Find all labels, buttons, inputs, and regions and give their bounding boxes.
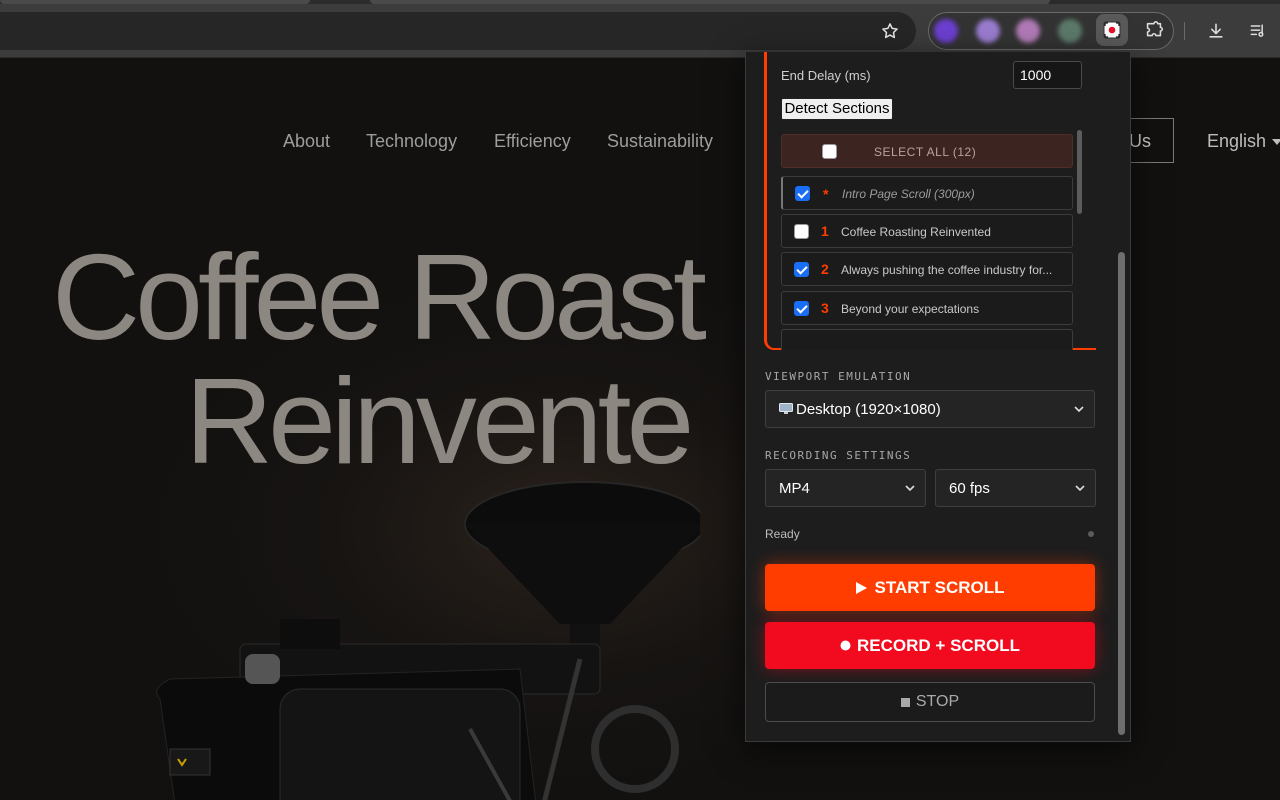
play-icon: [856, 581, 868, 594]
detect-sections-button[interactable]: Detect Sections: [781, 98, 893, 120]
nav-link-efficiency[interactable]: Efficiency: [494, 131, 571, 152]
chevron-down-icon: [905, 485, 915, 492]
record-scroll-label: RECORD + SCROLL: [857, 635, 1020, 655]
status-indicator: [1088, 531, 1094, 537]
section-row-3[interactable]: 3 Beyond your expectations: [781, 291, 1073, 325]
format-select[interactable]: MP4: [765, 469, 926, 507]
extensions-puzzle-icon[interactable]: [1140, 17, 1168, 45]
start-scroll-label: START SCROLL: [874, 577, 1005, 597]
coffee-roaster-image: [156, 481, 700, 800]
extension-icon[interactable]: [976, 19, 1000, 43]
chevron-down-icon: [1074, 406, 1084, 413]
section-row-intro[interactable]: * Intro Page Scroll (300px): [781, 176, 1073, 210]
browser-toolbar: [0, 0, 1280, 58]
section-row-2[interactable]: 2 Always pushing the coffee industry for…: [781, 252, 1073, 286]
section-marker: *: [823, 186, 829, 202]
stop-label: STOP: [915, 693, 960, 710]
address-bar[interactable]: [0, 12, 916, 50]
fps-value: 60 fps: [949, 480, 990, 497]
language-caret-icon: [1272, 139, 1280, 145]
status-text: Ready: [765, 527, 800, 541]
section-checkbox[interactable]: [794, 262, 809, 277]
section-number: 1: [821, 223, 829, 239]
section-number: 2: [821, 261, 829, 277]
record-dot-icon: [840, 640, 851, 651]
end-delay-input[interactable]: 1000: [1013, 61, 1082, 89]
bookmark-star-icon[interactable]: [876, 17, 904, 45]
recording-caption: RECORDING SETTINGS: [765, 449, 912, 462]
section-number: 3: [821, 300, 829, 316]
extension-icon[interactable]: [1016, 19, 1040, 43]
sections-scrollbar-thumb[interactable]: [1077, 130, 1082, 214]
record-scroll-button[interactable]: RECORD + SCROLL: [765, 622, 1095, 669]
viewport-value: Desktop (1920×1080): [796, 401, 941, 418]
extensions-area: [928, 12, 1174, 50]
browser-tab[interactable]: [0, 0, 310, 4]
sections-list: SELECT ALL (12) * Intro Page Scroll (300…: [781, 132, 1073, 350]
hero-title-line-1: Coffee Roast: [52, 229, 707, 365]
nav-link-sustainability[interactable]: Sustainability: [607, 131, 713, 152]
section-row-1[interactable]: 1 Coffee Roasting Reinvented: [781, 214, 1073, 248]
format-value: MP4: [779, 480, 810, 497]
section-title: Beyond your expectations: [841, 302, 980, 316]
fps-select[interactable]: 60 fps: [935, 469, 1096, 507]
stop-square-icon: [900, 697, 910, 707]
download-icon[interactable]: [1202, 17, 1230, 45]
select-all-row[interactable]: SELECT ALL (12): [781, 134, 1073, 168]
popup-scrollbar-thumb[interactable]: [1118, 252, 1125, 735]
section-checkbox[interactable]: [794, 301, 809, 316]
screen-record-icon[interactable]: [1096, 14, 1128, 46]
contact-label: Us: [1129, 131, 1151, 151]
nav-link-about[interactable]: About: [283, 131, 330, 152]
section-title: Coffee Roasting Reinvented: [841, 225, 991, 239]
language-selector[interactable]: English: [1207, 131, 1266, 152]
section-title: Intro Page Scroll (300px): [842, 187, 975, 201]
extension-icon[interactable]: [1058, 19, 1082, 43]
section-checkbox[interactable]: [795, 186, 810, 201]
extension-popup: End Delay (ms) 1000 Detect Sections SELE…: [745, 52, 1131, 742]
nav-link-technology[interactable]: Technology: [366, 131, 457, 152]
media-controls-icon[interactable]: [1244, 17, 1272, 45]
extension-icon[interactable]: [934, 19, 958, 43]
end-delay-label: End Delay (ms): [781, 68, 871, 83]
browser-tab[interactable]: [370, 0, 1050, 4]
start-scroll-button[interactable]: START SCROLL: [765, 564, 1095, 611]
section-checkbox[interactable]: [794, 224, 809, 239]
chevron-down-icon: [1075, 485, 1085, 492]
toolbar-divider: [1184, 22, 1185, 40]
viewport-select[interactable]: Desktop (1920×1080): [765, 390, 1095, 428]
section-title: Always pushing the coffee industry for..…: [841, 263, 1053, 277]
stop-button[interactable]: STOP: [765, 682, 1095, 722]
select-all-label: SELECT ALL (12): [874, 145, 977, 159]
desktop-icon: [779, 403, 793, 414]
section-row-partial[interactable]: [781, 329, 1073, 350]
viewport-caption: VIEWPORT EMULATION: [765, 370, 912, 383]
select-all-checkbox[interactable]: [822, 144, 837, 159]
